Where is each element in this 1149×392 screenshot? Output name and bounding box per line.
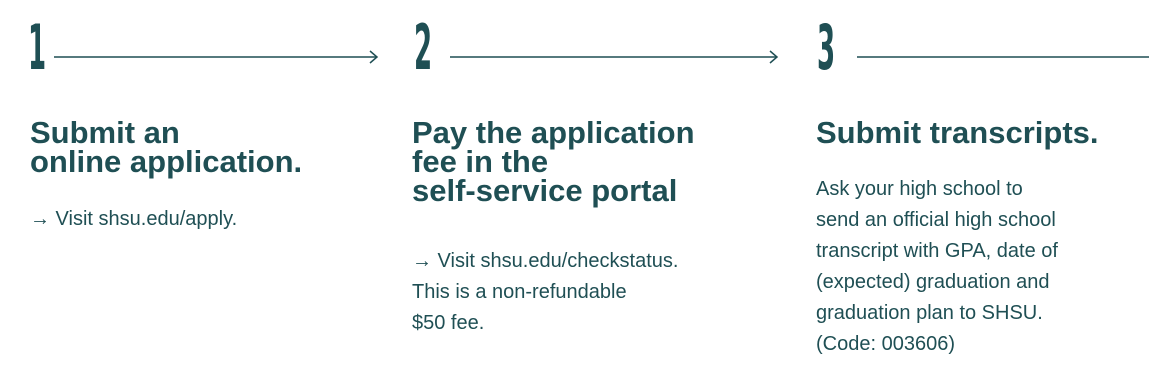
- connector-line: [857, 50, 1149, 64]
- step-1-number: 1: [28, 11, 46, 84]
- step-1-number-row: 1: [0, 12, 390, 84]
- arrow-right-icon: [54, 50, 380, 64]
- admission-steps: 1 Submit an online application. → Visit …: [0, 0, 1149, 392]
- step-2: 2 Pay the application fee in the self-se…: [408, 0, 798, 392]
- step-3: 3 Submit transcripts. Ask your high scho…: [813, 0, 1149, 392]
- step-1: 1 Submit an online application. → Visit …: [0, 0, 390, 392]
- arrow-right-icon: [450, 50, 780, 64]
- step-1-heading: Submit an online application.: [30, 115, 303, 179]
- step-3-number: 3: [817, 11, 835, 84]
- step-2-description: → Visit shsu.edu/checkstatus. This is a …: [412, 250, 679, 334]
- step-3-description: Ask your high school to send an official…: [816, 178, 1058, 355]
- step-2-number: 2: [414, 11, 432, 84]
- step-2-number-row: 2: [408, 12, 798, 84]
- step-3-heading: Submit transcripts.: [816, 115, 1099, 150]
- step-3-number-row: 3: [813, 12, 1149, 84]
- step-2-heading: Pay the application fee in the self-serv…: [412, 115, 695, 208]
- step-1-description: → Visit shsu.edu/apply.: [30, 208, 238, 230]
